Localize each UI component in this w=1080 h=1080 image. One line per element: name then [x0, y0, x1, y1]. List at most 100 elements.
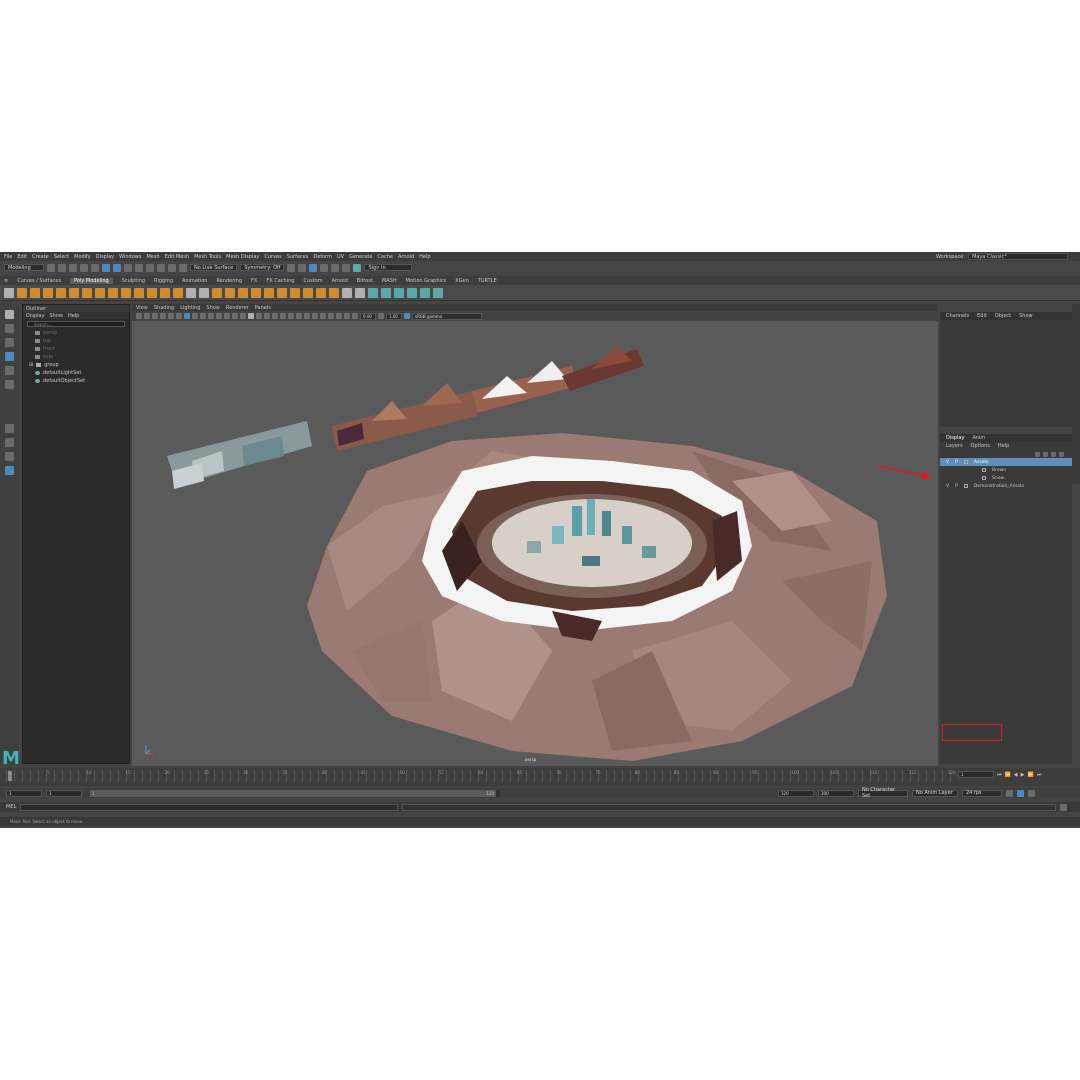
menu-surfaces[interactable]: Surfaces [287, 254, 309, 260]
outliner-menu-help[interactable]: Help [68, 313, 79, 319]
select-object-icon[interactable] [113, 263, 121, 272]
outliner-item-default-object-set[interactable]: defaultObjectSet [23, 377, 129, 385]
save-scene-icon[interactable] [69, 263, 77, 272]
lasso-tool-icon[interactable] [5, 324, 14, 333]
two-pane-icon[interactable] [5, 452, 14, 461]
redo-icon[interactable] [91, 263, 99, 272]
render-frame-icon[interactable] [287, 263, 296, 272]
tab-motion-graphics[interactable]: Motion Graphics [406, 278, 447, 284]
anim-preferences-icon[interactable] [1028, 789, 1035, 797]
animation-end-field[interactable]: 200 [818, 789, 854, 797]
layer-row-assets[interactable]: V P Assets [940, 458, 1072, 466]
playback-start-field[interactable]: 1 [46, 789, 82, 797]
expand-icon[interactable]: ⊞ [29, 362, 33, 368]
go-to-end-icon[interactable]: ⏭ [1037, 772, 1042, 778]
wireframe-on-shaded-icon[interactable] [256, 313, 262, 319]
multi-cut-icon[interactable] [290, 287, 300, 298]
attribute-editor-side-tabs[interactable] [1072, 304, 1080, 484]
layer-color-swatch[interactable] [963, 484, 968, 488]
uv-editor-icon[interactable] [368, 287, 378, 298]
layer-menu-help[interactable]: Help [998, 443, 1009, 449]
poly-disc-icon[interactable] [95, 287, 105, 298]
channel-menu-edit[interactable]: Edit [977, 313, 987, 319]
anim-layer-dropdown[interactable]: No Anim Layer [912, 789, 958, 797]
snap-curve-icon[interactable] [146, 263, 154, 272]
channel-menu-show[interactable]: Show [1019, 313, 1033, 319]
layer-playback-toggle[interactable]: P [955, 460, 958, 465]
menu-mesh[interactable]: Mesh [146, 254, 159, 260]
snap-view-icon[interactable] [168, 263, 176, 272]
move-layer-up-icon[interactable] [1035, 451, 1040, 457]
move-tool-icon[interactable] [5, 352, 14, 361]
play-back-icon[interactable]: ◀ [1014, 772, 1018, 778]
exposure-field[interactable]: 0.00 [360, 312, 376, 320]
paint-select-icon[interactable] [5, 338, 14, 347]
fps-dropdown[interactable]: 24 fps [962, 789, 1002, 797]
smooth-shade-icon[interactable] [248, 313, 254, 319]
perspective-viewport[interactable]: View Shading Lighting Show Renderer Pane… [132, 304, 938, 766]
menu-arnold[interactable]: Arnold [398, 254, 414, 260]
menu-cache[interactable]: Cache [377, 254, 393, 260]
svg-icon[interactable] [173, 287, 183, 298]
gamma-field[interactable]: 1.00 [386, 312, 402, 320]
script-editor-icon[interactable] [1060, 803, 1068, 811]
menu-display[interactable]: Display [96, 254, 114, 260]
poly-plane-icon[interactable] [82, 287, 92, 298]
animation-start-field[interactable]: 1 [6, 789, 42, 797]
motion-blur-icon[interactable] [296, 313, 302, 319]
tab-animation[interactable]: Animation [182, 278, 208, 284]
select-component-icon[interactable] [124, 263, 132, 272]
step-forward-key-icon[interactable]: ⏩ [1027, 772, 1033, 778]
platonic-solid-icon[interactable] [108, 287, 118, 298]
layer-row-brown[interactable]: Brown [940, 466, 1072, 474]
soften-edge-icon[interactable] [394, 287, 404, 298]
layer-menu-options[interactable]: Options [971, 443, 990, 449]
reduce-icon[interactable] [420, 287, 430, 298]
field-chart-icon[interactable] [216, 313, 222, 319]
layer-menu-layers[interactable]: Layers [946, 443, 963, 449]
select-hierarchy-icon[interactable] [102, 263, 110, 272]
viewport-menu-show[interactable]: Show [206, 305, 220, 311]
new-layer-selected-icon[interactable] [1059, 451, 1064, 457]
tab-poly-modeling[interactable]: Poly Modeling [70, 277, 113, 284]
grid-toggle-icon[interactable] [184, 313, 190, 319]
viewport-menu-view[interactable]: View [136, 305, 148, 311]
select-tool-icon[interactable] [5, 310, 14, 319]
outliner-item-front[interactable]: front [23, 345, 129, 353]
tab-turtle[interactable]: TURTLE [478, 278, 497, 284]
separate-icon[interactable] [199, 287, 209, 298]
combine-icon[interactable] [186, 287, 196, 298]
auto-key-icon[interactable] [1017, 789, 1024, 797]
camera-select-icon[interactable] [136, 313, 142, 319]
menu-select[interactable]: Select [54, 254, 69, 260]
outliner-menu-show[interactable]: Show [49, 313, 63, 319]
range-slider-handle[interactable]: 1 120 [90, 789, 496, 797]
auto-uv-icon[interactable] [355, 287, 365, 298]
viewport-menu-shading[interactable]: Shading [154, 305, 174, 311]
range-slider[interactable]: 1 120 [90, 789, 500, 797]
new-scene-icon[interactable] [47, 263, 55, 272]
mirror-icon[interactable] [238, 287, 248, 298]
live-surface-field[interactable]: No Live Surface [190, 264, 238, 271]
playback-end-field[interactable]: 120 [778, 789, 814, 797]
mode-dropdown[interactable]: Modeling [4, 264, 44, 271]
go-to-start-icon[interactable]: ⏮ [997, 772, 1002, 778]
bevel-icon[interactable] [277, 287, 287, 298]
wireframe-icon[interactable] [240, 313, 246, 319]
menu-uv[interactable]: UV [337, 254, 344, 260]
play-forward-icon[interactable]: ▶ [1021, 772, 1025, 778]
ambient-occlusion-icon[interactable] [288, 313, 294, 319]
poly-torus-icon[interactable] [69, 287, 79, 298]
channel-menu-object[interactable]: Object [995, 313, 1011, 319]
shadows-icon[interactable] [280, 313, 286, 319]
gamma-icon[interactable] [378, 313, 384, 319]
sign-in-button[interactable]: Sign In [364, 264, 413, 271]
outliner-menu-display[interactable]: Display [26, 313, 44, 319]
layer-visibility-toggle[interactable]: V [946, 484, 949, 489]
retopo-icon[interactable] [433, 287, 443, 298]
menu-edit[interactable]: Edit [17, 254, 27, 260]
undo-icon[interactable] [80, 263, 88, 272]
arnold-icon[interactable] [353, 263, 362, 272]
tab-curves-surfaces[interactable]: Curves / Surfaces [17, 278, 61, 284]
outliner-item-persp[interactable]: persp [23, 329, 129, 337]
